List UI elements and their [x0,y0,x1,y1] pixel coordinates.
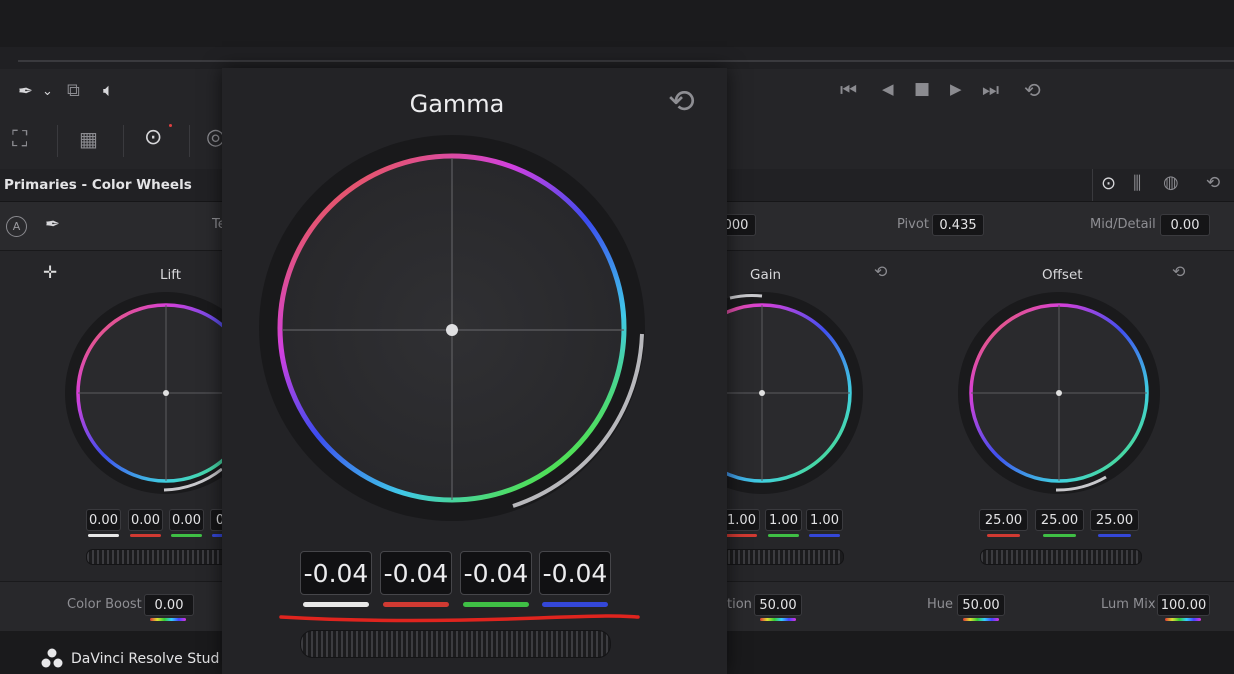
lift-y-underline [88,534,119,537]
divider [189,125,190,157]
timeline-strip[interactable] [0,47,1234,69]
color-wheels-icon[interactable]: ⊙ [144,127,162,149]
offset-wheel[interactable] [956,291,1162,497]
saturation-indicator [760,618,796,621]
pivot-label: Pivot [897,217,929,232]
lift-g-field[interactable]: 0.00 [169,509,204,531]
color-boost-indicator [150,618,186,621]
lum-mix-field[interactable]: 100.00 [1157,594,1210,616]
lift-label: Lift [160,267,182,283]
gamma-b-underline [542,602,608,607]
loop-icon[interactable]: ⟲ [1024,80,1041,100]
offset-b-field[interactable]: 25.00 [1090,509,1139,531]
gain-g-underline [768,534,799,537]
lift-y-field[interactable]: 0.00 [86,509,121,531]
gain-b-underline [809,534,840,537]
color-boost-field[interactable]: 0.00 [144,594,194,616]
reset-icon[interactable]: ⟲ [874,264,887,280]
step-back-icon[interactable]: ◀ [882,82,894,97]
reset-icon[interactable]: ⟲ [1172,264,1185,280]
gain-g-field[interactable]: 1.00 [765,509,802,531]
wheels-mode-icon[interactable]: ⊙ [1101,175,1116,193]
skip-end-icon[interactable]: ⏭︎ [982,81,999,100]
gain-r-underline [726,534,757,537]
color-match-icon[interactable]: ▦ [79,129,98,149]
divider [123,125,124,157]
offset-label: Offset [1042,267,1083,283]
reset-all-icon[interactable]: ⟲ [1206,175,1220,192]
gamma-g-underline [463,602,529,607]
lift-master-wheel[interactable] [86,549,238,565]
color-boost-label: Color Boost [67,597,142,612]
auto-balance-icon[interactable]: A [6,216,27,237]
gamma-r-field[interactable]: -0.04 [380,551,452,595]
eyedropper-icon[interactable]: ✒ [18,83,33,101]
lum-mix-label: Lum Mix [1101,597,1156,612]
divider [1092,169,1093,201]
active-dot [169,124,172,127]
lum-mix-indicator [1165,618,1201,621]
gain-r-field[interactable]: 1.00 [723,509,760,531]
speaker-icon[interactable]: 🔈︎ [103,82,114,100]
gain-master-wheel[interactable] [722,549,844,565]
saturation-field[interactable]: 50.00 [754,594,802,616]
offset-g-field[interactable]: 25.00 [1035,509,1084,531]
gain-label: Gain [750,267,782,283]
gamma-master-wheel[interactable] [300,630,611,658]
saturation-label: tion [727,597,752,612]
offset-b-underline [1098,534,1131,537]
eyedropper-icon[interactable]: ✒ [45,216,60,234]
middetail-field[interactable]: 0.00 [1160,214,1210,236]
panel-title: Primaries - Color Wheels [4,177,192,193]
hue-field[interactable]: 50.00 [957,594,1005,616]
skip-start-icon[interactable]: ⏮︎ [840,81,857,100]
offset-r-field[interactable]: 25.00 [979,509,1028,531]
crosshair-icon[interactable]: ✛ [43,265,57,282]
lift-r-underline [130,534,161,537]
chevron-down-icon[interactable]: ⌄ [42,85,53,98]
gamma-y-underline [303,602,369,607]
title-bar [0,0,1234,47]
gamma-b-field[interactable]: -0.04 [539,551,611,595]
gain-b-field[interactable]: 1.00 [806,509,843,531]
pivot-field[interactable]: 0.435 [932,214,984,236]
red-annotation-underline [279,614,640,623]
camera-raw-icon[interactable]: ⛶ [12,129,27,151]
bars-mode-icon[interactable]: ⫼ [1133,175,1141,193]
gamma-g-field[interactable]: -0.04 [460,551,532,595]
gamma-wheel[interactable] [258,134,648,524]
hue-label: Hue [927,597,954,612]
offset-r-underline [987,534,1020,537]
reset-icon[interactable]: ⟲ [668,85,695,117]
lift-g-underline [171,534,202,537]
play-icon[interactable]: ▶ [950,82,962,97]
timeline-line [18,60,1234,62]
davinci-logo-icon [41,648,63,668]
gamma-r-underline [383,602,449,607]
gamma-zoom-panel: Gamma ⟲ -0.04 -0.04 -0.04 -0.04 [222,68,727,674]
log-mode-icon[interactable]: ◍ [1163,174,1179,192]
stop-icon[interactable]: ■ [914,81,930,98]
offset-master-wheel[interactable] [980,549,1142,565]
gamma-y-field[interactable]: -0.04 [300,551,372,595]
offset-g-underline [1043,534,1076,537]
divider [57,125,58,157]
middetail-label: Mid/Detail [1090,217,1156,232]
app-name: DaVinci Resolve Stud [71,651,220,667]
layers-icon[interactable]: ⧉ [67,82,80,100]
lift-r-field[interactable]: 0.00 [128,509,163,531]
hue-indicator [963,618,999,621]
gamma-title: Gamma [409,90,505,118]
